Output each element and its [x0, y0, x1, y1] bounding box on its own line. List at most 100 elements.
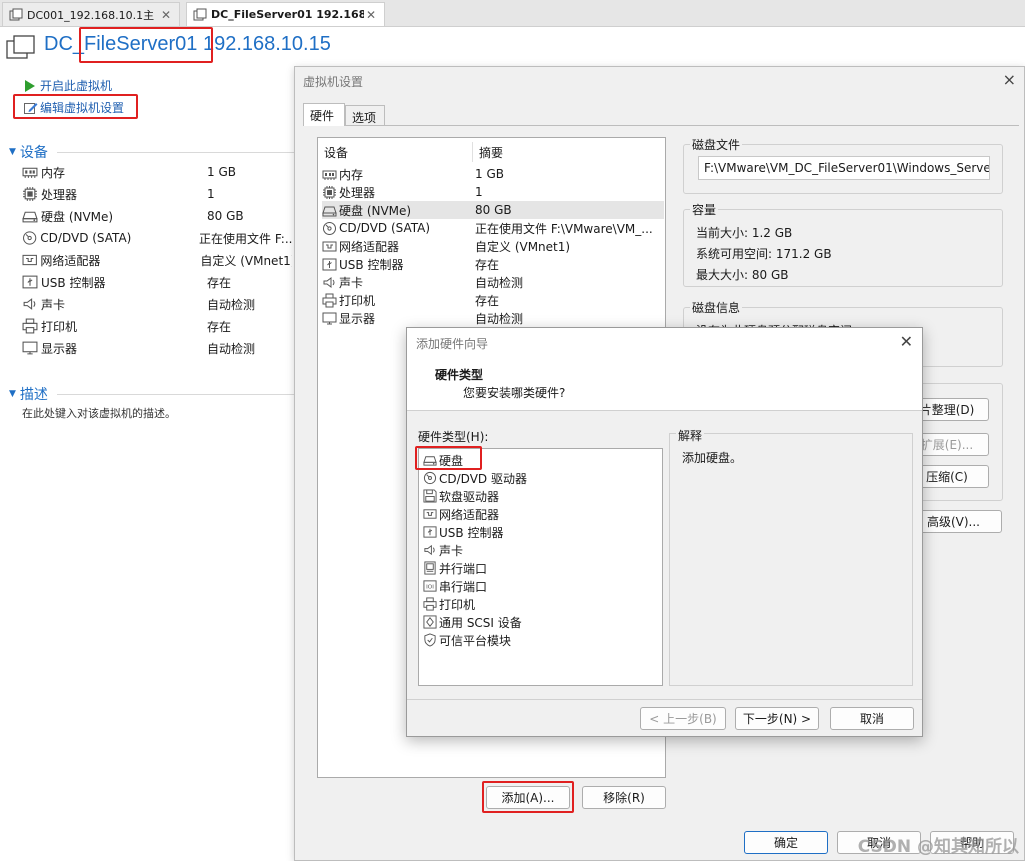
hardware-type-item[interactable]: CD/DVD 驱动器: [423, 469, 527, 487]
power-on-link[interactable]: 开启此虚拟机: [24, 77, 112, 94]
close-icon[interactable]: ×: [1003, 70, 1016, 89]
column-summary[interactable]: 摘要: [479, 144, 503, 161]
tab-dc-fileserver01[interactable]: DC_FileServer01 192.168.... ✕: [186, 2, 385, 26]
printer-icon: [22, 318, 38, 334]
hardware-type-label: 硬盘: [439, 453, 464, 468]
device-row[interactable]: 硬盘 (NVMe) 80 GB: [22, 205, 292, 227]
device-row[interactable]: 网络适配器 自定义 (VMnet1): [22, 249, 292, 271]
wizard-titlebar: 添加硬件向导 ✕: [407, 328, 922, 356]
sound-icon: [424, 544, 435, 556]
device-name: CD/DVD (SATA): [40, 231, 132, 245]
wizard-cancel-button[interactable]: 取消: [830, 707, 914, 730]
explanation-text: 添加硬盘。: [682, 451, 743, 465]
device-row[interactable]: 处理器 1: [22, 183, 292, 205]
hardware-row[interactable]: 声卡 自动检测: [322, 273, 664, 291]
device-row[interactable]: 打印机 存在: [22, 315, 292, 337]
device-name: 打印机: [41, 319, 78, 334]
back-button[interactable]: < 上一步(B): [640, 707, 726, 730]
hardware-type-item[interactable]: 并行端口: [423, 559, 487, 577]
column-device[interactable]: 设备: [324, 144, 348, 161]
wizard-title: 添加硬件向导: [416, 337, 489, 351]
watermark: CSDN @知其知所以: [857, 837, 1019, 857]
device-name: 处理器: [41, 187, 78, 202]
capacity-group: 容量 当前大小: 1.2 GB 系统可用空间: 171.2 GB 最大大小: 8…: [683, 201, 1003, 287]
hardware-summary: 正在使用文件 F:\VMware\VM_...: [475, 221, 653, 236]
harddisk-icon: [322, 206, 337, 216]
close-icon[interactable]: ✕: [159, 8, 173, 22]
network-icon: [423, 509, 437, 519]
disk-file-path-input[interactable]: F:\VMware\VM_DC_FileServer01\Windows_Ser…: [698, 156, 990, 180]
device-name: 显示器: [41, 341, 78, 356]
free-space-text: 系统可用空间: 171.2 GB: [696, 247, 832, 261]
tab-options[interactable]: 选项: [345, 105, 385, 125]
cpu-icon: [323, 185, 336, 199]
hardware-row[interactable]: 内存 1 GB: [322, 165, 664, 183]
divider: [57, 394, 305, 395]
hardware-summary: 自定义 (VMnet1): [475, 239, 571, 254]
device-row[interactable]: 声卡 自动检测: [22, 293, 292, 315]
device-row[interactable]: 显示器 自动检测: [22, 337, 292, 359]
close-icon[interactable]: ✕: [900, 332, 913, 351]
description-text[interactable]: 在此处键入对该虚拟机的描述。: [22, 405, 176, 421]
hardware-type-item[interactable]: 声卡: [423, 541, 463, 559]
hardware-row[interactable]: 网络适配器 自定义 (VMnet1): [322, 237, 664, 255]
hardware-summary: 自动检测: [475, 275, 524, 290]
explanation-label: 解释: [676, 427, 705, 444]
device-name: USB 控制器: [41, 275, 106, 290]
memory-icon: [22, 167, 38, 178]
tab-dc001[interactable]: DC001_192.168.10.1主 ✕: [2, 2, 180, 26]
description-section-header[interactable]: ▼ 描述: [9, 384, 305, 404]
hardware-type-item[interactable]: 可信平台模块: [423, 631, 511, 649]
sound-icon: [23, 298, 36, 310]
device-value: 存在: [207, 319, 232, 334]
edit-settings-link[interactable]: 编辑虚拟机设置: [24, 99, 124, 116]
hardware-row[interactable]: CD/DVD (SATA) 正在使用文件 F:\VMware\VM_...: [322, 219, 664, 237]
hardware-row[interactable]: 显示器 自动检测: [322, 309, 664, 327]
hardware-name: 显示器: [339, 311, 376, 326]
hardware-type-label: 声卡: [439, 543, 464, 558]
ok-button[interactable]: 确定: [744, 831, 828, 854]
hardware-type-item[interactable]: 软盘驱动器: [423, 487, 499, 505]
tab-hardware[interactable]: 硬件: [303, 103, 345, 126]
hardware-type-item[interactable]: 通用 SCSI 设备: [423, 613, 522, 631]
next-button[interactable]: 下一步(N) >: [735, 707, 819, 730]
hardware-type-item[interactable]: 网络适配器: [423, 505, 499, 523]
device-value: 自动检测: [207, 341, 256, 356]
hardware-type-list[interactable]: 硬盘 CD/DVD 驱动器 软盘驱动器 网络适配器 USB 控制器声卡并行端口 IOI 串行…: [418, 448, 663, 686]
hardware-type-item[interactable]: USB 控制器: [423, 523, 503, 541]
close-icon[interactable]: ✕: [364, 8, 378, 22]
hardware-summary: 80 GB: [475, 203, 512, 217]
edit-settings-label: 编辑虚拟机设置: [40, 101, 125, 115]
tab-label: DC001_192.168.10.1主: [27, 8, 155, 22]
hardware-type-label: 串行端口: [439, 579, 488, 594]
device-row[interactable]: CD/DVD (SATA) 正在使用文件 F:...: [22, 227, 292, 249]
hardware-type-label: 并行端口: [439, 561, 488, 576]
hardware-row[interactable]: USB 控制器 存在: [322, 255, 664, 273]
sound-icon: [323, 276, 335, 288]
memory-icon: [322, 170, 337, 180]
usb-icon: [22, 275, 38, 289]
hardware-name: USB 控制器: [339, 257, 404, 272]
divider: [57, 152, 305, 153]
cdrom-icon: [23, 231, 37, 245]
device-row[interactable]: USB 控制器 存在: [22, 271, 292, 293]
hardware-type-item[interactable]: 打印机: [423, 595, 475, 613]
hardware-row[interactable]: 硬盘 (NVMe) 80 GB: [322, 201, 664, 219]
usb-icon: [322, 258, 337, 270]
power-on-label: 开启此虚拟机: [40, 79, 113, 93]
remove-hardware-button[interactable]: 移除(R): [582, 786, 666, 809]
device-name: 内存: [41, 165, 66, 180]
section-title: 设备: [19, 145, 48, 161]
hardware-type-item[interactable]: 硬盘: [423, 451, 463, 469]
hardware-type-label: 硬件类型(H):: [418, 430, 489, 444]
device-row[interactable]: 内存 1 GB: [22, 161, 292, 183]
hardware-type-item[interactable]: IOI 串行端口: [423, 577, 487, 595]
add-hardware-button[interactable]: 添加(A)...: [486, 786, 570, 809]
printer-icon: [423, 597, 437, 611]
hardware-row[interactable]: 打印机 存在: [322, 291, 664, 309]
hardware-row[interactable]: 处理器 1: [322, 183, 664, 201]
explanation-panel: 解释 添加硬盘。: [669, 427, 913, 686]
devices-section-header[interactable]: ▼ 设备: [9, 142, 305, 162]
add-hardware-wizard: 添加硬件向导 ✕ 硬件类型 您要安装哪类硬件? 硬件类型(H): 硬盘 CD/DV…: [406, 327, 923, 737]
device-value: 1: [207, 187, 215, 201]
